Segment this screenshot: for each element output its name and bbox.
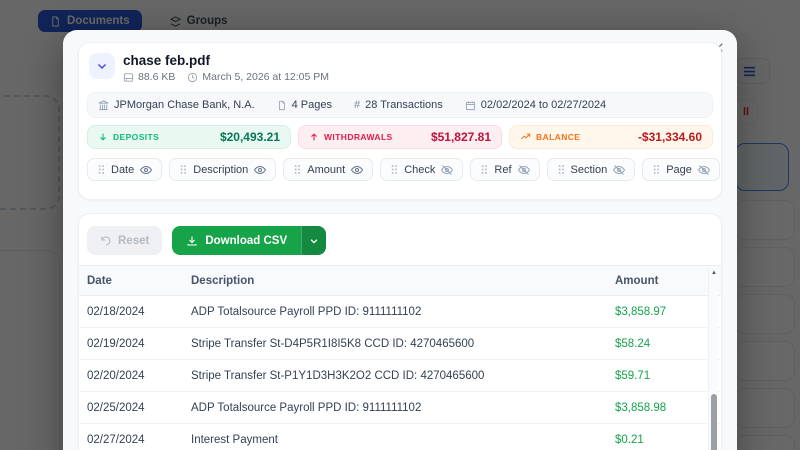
drag-handle-icon[interactable] — [293, 164, 301, 175]
balance-value: -$31,334.60 — [637, 130, 702, 144]
column-toggle-row: Date Description Amount Check Ref Sectio… — [87, 158, 720, 181]
file-header-row: chase feb.pdf 88.6 KB March 5, 2026 at 1… — [87, 53, 713, 83]
transaction-count: # 28 Transactions — [354, 99, 443, 111]
file-info: chase feb.pdf 88.6 KB March 5, 2026 at 1… — [123, 53, 329, 83]
withdrawals-stat: WITHDRAWALS $51,827.81 — [298, 125, 502, 149]
document-detail-modal: chase feb.pdf 88.6 KB March 5, 2026 at 1… — [63, 30, 737, 450]
reset-icon — [100, 235, 112, 247]
drag-handle-icon[interactable] — [557, 164, 565, 175]
storage-icon — [123, 72, 134, 83]
statement-meta-bar: JPMorgan Chase Bank, N.A. 4 Pages # 28 T… — [87, 92, 713, 118]
column-chip-check[interactable]: Check — [380, 158, 464, 181]
reset-button[interactable]: Reset — [87, 226, 163, 255]
transactions-card: Reset Download CSV Date Description Amou… — [78, 213, 722, 450]
page-count: 4 Pages — [277, 99, 332, 111]
clock-icon — [187, 72, 198, 83]
column-chip-amount[interactable]: Amount — [283, 158, 374, 181]
balance-label: BALANCE — [536, 132, 581, 142]
header-date[interactable]: Date — [79, 275, 183, 287]
bank-name: JPMorgan Chase Bank, N.A. — [98, 99, 255, 111]
bank-icon — [98, 99, 109, 111]
balance-stat: BALANCE -$31,334.60 — [509, 125, 713, 149]
collapse-file-button[interactable] — [89, 53, 115, 79]
header-amount[interactable]: Amount — [607, 275, 721, 287]
file-meta-row: 88.6 KB March 5, 2026 at 12:05 PM — [123, 71, 329, 83]
eye-icon[interactable] — [254, 164, 267, 176]
drag-handle-icon[interactable] — [390, 164, 398, 175]
column-chip-date[interactable]: Date — [87, 158, 163, 181]
hash-icon: # — [354, 99, 361, 111]
arrow-up-icon — [309, 132, 319, 142]
statement-date-range: 02/02/2024 to 02/27/2024 — [465, 99, 606, 111]
table-row[interactable]: 02/19/2024 Stripe Transfer St-D4P5R1I8I5… — [79, 328, 721, 360]
chevron-down-icon — [96, 60, 108, 72]
drag-handle-icon[interactable] — [179, 164, 187, 175]
download-icon — [186, 235, 198, 247]
file-size: 88.6 KB — [123, 71, 175, 83]
table-row[interactable]: 02/27/2024 Interest Payment $0.21 — [79, 424, 721, 450]
withdrawals-label: WITHDRAWALS — [324, 132, 393, 142]
drag-handle-icon[interactable] — [652, 164, 660, 175]
deposits-label: DEPOSITS — [113, 132, 160, 142]
table-header-row: Date Description Amount — [79, 266, 721, 296]
table-scrollbar[interactable]: ▲ — [708, 268, 718, 450]
stats-row: DEPOSITS $20,493.21 WITHDRAWALS $51,827.… — [87, 125, 713, 149]
file-name: chase feb.pdf — [123, 53, 211, 68]
eye-icon[interactable] — [351, 164, 364, 176]
column-chip-description[interactable]: Description — [169, 158, 277, 181]
eye-icon[interactable] — [140, 164, 153, 176]
download-csv-button[interactable]: Download CSV — [172, 226, 327, 255]
column-chip-section[interactable]: Section — [546, 158, 636, 181]
table-row[interactable]: 02/25/2024 ADP Totalsource Payroll PPD I… — [79, 392, 721, 424]
calendar-icon — [465, 100, 476, 111]
scroll-up-arrow[interactable]: ▲ — [710, 270, 718, 276]
transactions-table: Date Description Amount 02/18/2024 ADP T… — [79, 265, 721, 450]
file-modified: March 5, 2026 at 12:05 PM — [187, 71, 329, 83]
table-row[interactable]: 02/18/2024 ADP Totalsource Payroll PPD I… — [79, 296, 721, 328]
download-options-chevron[interactable] — [301, 226, 327, 255]
column-chip-ref[interactable]: Ref — [470, 158, 540, 181]
eye-off-icon[interactable] — [613, 164, 626, 176]
deposits-stat: DEPOSITS $20,493.21 — [87, 125, 291, 149]
trending-up-icon — [520, 132, 531, 142]
withdrawals-value: $51,827.81 — [430, 130, 491, 144]
column-chip-page[interactable]: Page — [642, 158, 720, 181]
drag-handle-icon[interactable] — [97, 164, 105, 175]
page-icon — [277, 100, 287, 111]
eye-off-icon[interactable] — [517, 164, 530, 176]
arrow-down-icon — [98, 132, 108, 142]
eye-off-icon[interactable] — [697, 164, 710, 176]
table-toolbar: Reset Download CSV — [79, 214, 721, 265]
scrollbar-thumb[interactable] — [711, 394, 717, 450]
header-description[interactable]: Description — [183, 275, 607, 287]
file-summary-card: chase feb.pdf 88.6 KB March 5, 2026 at 1… — [78, 42, 722, 200]
screen: Documents Groups ll — [0, 0, 800, 450]
drag-handle-icon[interactable] — [480, 164, 488, 175]
eye-off-icon[interactable] — [441, 164, 454, 176]
table-row[interactable]: 02/20/2024 Stripe Transfer St-P1Y1D3H3K2… — [79, 360, 721, 392]
deposits-value: $20,493.21 — [219, 130, 280, 144]
